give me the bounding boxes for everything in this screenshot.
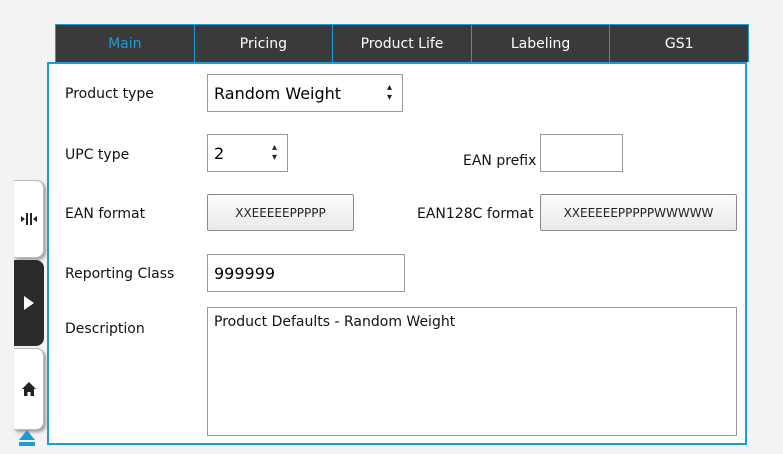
ean-format-button[interactable]: XXEEEEEPPPPP [207, 194, 354, 231]
upc-type-select[interactable]: 2 ▴ ▾ [207, 134, 288, 172]
tab-labeling[interactable]: Labeling [471, 24, 611, 62]
play-button[interactable] [14, 260, 44, 346]
upc-type-value: 2 [214, 143, 225, 163]
ean-format-label: EAN format [65, 206, 146, 222]
ean-prefix-input[interactable] [540, 134, 623, 172]
collapse-button[interactable] [14, 180, 44, 258]
ean128c-format-label: EAN128C format [417, 206, 534, 222]
updown-icon: ▴ ▾ [271, 142, 277, 163]
eject-button[interactable] [18, 428, 36, 448]
tab-product-life[interactable]: Product Life [333, 24, 472, 62]
product-type-value: Random Weight [214, 83, 342, 103]
ean-prefix-label: EAN prefix [463, 153, 537, 169]
product-type-label: Product type [65, 86, 154, 102]
home-button[interactable] [14, 348, 44, 430]
tab-main[interactable]: Main [55, 24, 195, 62]
tab-gs1[interactable]: GS1 [610, 24, 749, 62]
collapse-icon [20, 213, 37, 225]
upc-type-label: UPC type [65, 147, 130, 163]
reporting-class-input[interactable]: 999999 [207, 254, 405, 292]
tab-pricing[interactable]: Pricing [194, 24, 334, 62]
reporting-class-label: Reporting Class [65, 266, 175, 282]
home-icon [21, 382, 36, 396]
play-icon [24, 296, 34, 310]
product-type-select[interactable]: Random Weight ▴ ▾ [207, 74, 403, 112]
description-label: Description [65, 321, 145, 337]
tab-bar: Main Pricing Product Life Labeling GS1 [55, 24, 749, 62]
eject-icon [19, 430, 35, 446]
ean128c-format-button[interactable]: XXEEEEEPPPPPWWWWW [540, 194, 737, 231]
side-nav [14, 180, 44, 450]
updown-icon: ▴ ▾ [386, 82, 392, 103]
description-textarea[interactable]: Product Defaults - Random Weight [207, 307, 737, 436]
